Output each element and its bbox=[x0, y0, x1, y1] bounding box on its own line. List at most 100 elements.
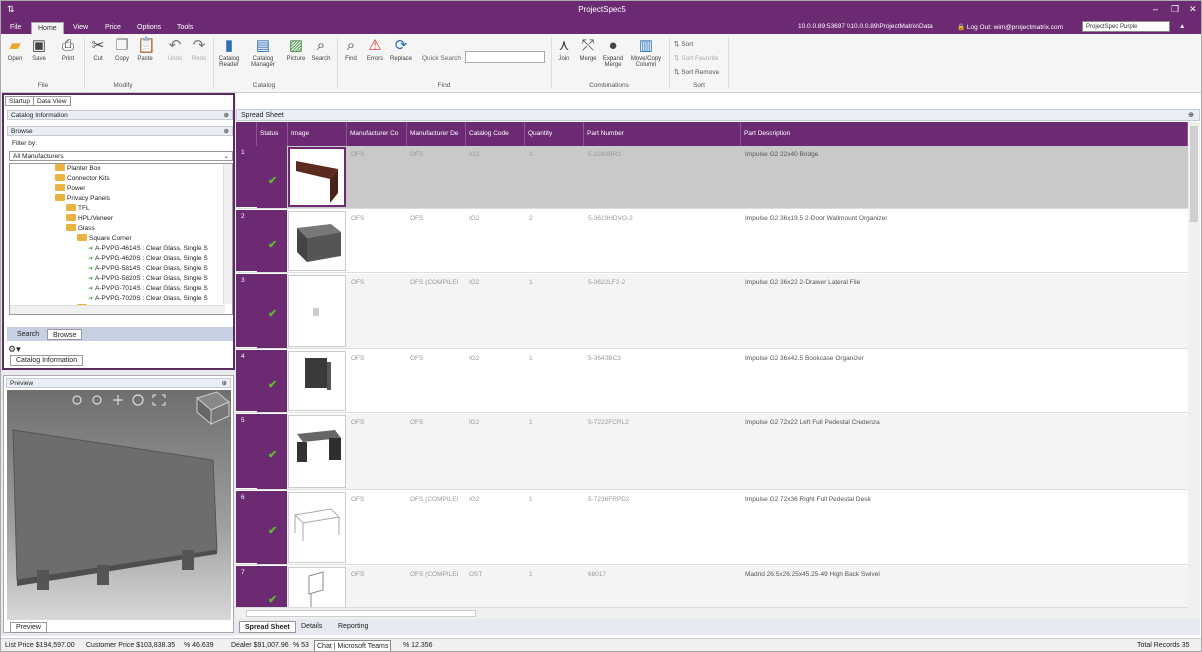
cell-part-number[interactable]: 5-3619HDVO-2 bbox=[588, 215, 633, 222]
row-number[interactable]: 3 bbox=[236, 274, 257, 348]
cell-catalog-code[interactable]: IG2 bbox=[469, 419, 479, 426]
column-header-image[interactable]: Image bbox=[288, 122, 347, 146]
cell-part-description[interactable]: Impulse G2 72x36 Right Full Pedestal Des… bbox=[745, 496, 871, 503]
column-header-manufacturer-code[interactable]: Manufacturer Co bbox=[347, 122, 407, 146]
tab-options[interactable]: Options bbox=[131, 22, 167, 34]
catalog-reader-button[interactable]: ▮ Catalog Reader bbox=[217, 38, 241, 69]
cell-quantity[interactable]: 1 bbox=[529, 571, 533, 578]
cell-manufacturer-code[interactable]: OFS bbox=[351, 419, 364, 426]
cell-catalog-code[interactable]: IG2 bbox=[469, 279, 479, 286]
cell-manufacturer-code[interactable]: OFS bbox=[351, 571, 364, 578]
cell-catalog-code[interactable]: IG2 bbox=[469, 215, 479, 222]
cell-quantity[interactable]: 1 bbox=[529, 419, 533, 426]
table-row[interactable]: 5 ✔ OFS OFS IG2 1 5-7222FCRL2 Impulse G2 72x22 … bbox=[236, 414, 1188, 490]
cell-manufacturer-code[interactable]: OFS bbox=[351, 215, 364, 222]
cut-button[interactable]: ✂ Cut bbox=[89, 38, 107, 63]
cell-manufacturer-desc[interactable]: OFS bbox=[410, 355, 423, 362]
tab-tools[interactable]: Tools bbox=[171, 22, 199, 34]
cell-part-number[interactable]: 5-7222FCRL2 bbox=[588, 419, 629, 426]
cell-part-number[interactable]: 5-3622LF2-2 bbox=[588, 279, 625, 286]
picture-button[interactable]: ▨ Picture bbox=[285, 38, 307, 63]
table-row[interactable]: 2 ✔ OFS OFS IG2 2 5-3619HDVO-2 Impulse G2 36x19… bbox=[236, 210, 1188, 273]
expand-merge-button[interactable]: ● Expand Merge bbox=[601, 38, 625, 69]
find-button[interactable]: ⌕ Find bbox=[342, 38, 360, 63]
cell-part-description[interactable]: Impulse G2 36x19.5 2-Door Wallmount Orga… bbox=[745, 215, 887, 222]
table-row[interactable]: 4 ✔ OFS OFS IG2 1 5-3643BC3 Impulse G2 36x42.5 … bbox=[236, 350, 1188, 413]
tree-folder[interactable]: HPL/Veneer bbox=[66, 214, 113, 224]
grid-horizontal-scrollbar[interactable] bbox=[236, 607, 1188, 619]
gear-icon[interactable]: ⚙▾ bbox=[8, 344, 21, 355]
cell-catalog-code[interactable]: IG2 bbox=[469, 496, 479, 503]
cell-catalog-code[interactable]: IG2 bbox=[469, 151, 479, 158]
open-button[interactable]: ▰ Open bbox=[6, 38, 24, 63]
paste-button[interactable]: 📋 Paste bbox=[135, 38, 156, 63]
tab-reporting[interactable]: Reporting bbox=[333, 621, 373, 633]
scroll-thumb[interactable] bbox=[1190, 126, 1198, 222]
tab-preview[interactable]: Preview bbox=[10, 622, 47, 633]
tree-item[interactable]: ➜ A-PVPG-7014S : Clear Glass, Single S bbox=[88, 284, 208, 294]
pin-icon[interactable]: ⊕ bbox=[222, 379, 227, 388]
cell-quantity[interactable]: 1 bbox=[529, 279, 533, 286]
scroll-thumb[interactable] bbox=[246, 610, 476, 617]
cell-manufacturer-code[interactable]: OFS bbox=[351, 496, 364, 503]
spreadsheet-grid[interactable]: Status Image Manufacturer Co Manufacture… bbox=[236, 122, 1188, 607]
tab-details[interactable]: Details bbox=[296, 621, 327, 633]
cell-quantity[interactable]: 1 bbox=[529, 355, 533, 362]
pin-icon[interactable]: ⊕ bbox=[224, 111, 229, 120]
column-header-part-number[interactable]: Part Number bbox=[584, 122, 741, 146]
tab-file[interactable]: File bbox=[4, 22, 27, 34]
cell-quantity[interactable]: 2 bbox=[529, 215, 533, 222]
row-number[interactable]: 6 bbox=[236, 491, 257, 564]
tab-data-view[interactable]: Data View bbox=[33, 96, 71, 106]
tree-folder[interactable]: Square Corner bbox=[77, 234, 132, 244]
cell-manufacturer-code[interactable]: OFS bbox=[351, 151, 364, 158]
tab-spread-sheet[interactable]: Spread Sheet bbox=[239, 621, 296, 633]
tree-folder[interactable]: Power bbox=[55, 184, 85, 194]
cell-catalog-code[interactable]: OST bbox=[469, 571, 482, 578]
row-number[interactable]: 2 bbox=[236, 210, 257, 272]
pin-icon[interactable]: ⊕ bbox=[1188, 110, 1194, 121]
ribbon-collapse-icon[interactable]: ▲ bbox=[1179, 23, 1185, 30]
tree-item[interactable]: ➜ A-PVPG-4614S : Clear Glass, Single S bbox=[88, 244, 208, 254]
tab-catalog-information[interactable]: Catalog Information bbox=[10, 355, 84, 366]
3d-viewport[interactable] bbox=[7, 390, 231, 620]
copy-button[interactable]: ❐ Copy bbox=[113, 38, 131, 63]
tree-item[interactable]: ➜ A-PVPG-4620S : Clear Glass, Single S bbox=[88, 254, 208, 264]
tab-home[interactable]: Home bbox=[31, 22, 64, 34]
quick-search-input[interactable] bbox=[465, 51, 545, 63]
cell-part-number[interactable]: 5-2240BR2 bbox=[588, 151, 621, 158]
pin-icon[interactable]: ⊕ bbox=[224, 127, 229, 136]
catalog-manager-button[interactable]: ▤ Catalog Manager bbox=[249, 38, 277, 69]
tree-folder[interactable]: Glass bbox=[66, 224, 95, 234]
tree-folder[interactable]: TFL bbox=[66, 204, 90, 214]
cell-part-description[interactable]: Impulse G2 72x22 Left Full Pedestal Cred… bbox=[745, 419, 880, 426]
print-button[interactable]: ⎙ Print bbox=[59, 38, 77, 63]
column-header-manufacturer-desc[interactable]: Manufacturer De bbox=[407, 122, 466, 146]
row-number[interactable]: 7 bbox=[236, 566, 257, 607]
tree-folder[interactable]: Connector Kits bbox=[55, 174, 110, 184]
errors-button[interactable]: ⚠ Errors bbox=[364, 38, 386, 63]
tree-item[interactable]: ➜ A-PVPG-7020S : Clear Glass, Single S bbox=[88, 294, 208, 304]
redo-button[interactable]: ↷ Redo bbox=[189, 38, 209, 63]
table-row[interactable]: 3 ✔ OFS OFS (COMPILEI IG2 1 5-3622LF2-2 Impulse… bbox=[236, 274, 1188, 349]
sort-remove-button[interactable]: ⇅ Sort Remove bbox=[674, 68, 719, 76]
tree-folder[interactable]: Privacy Panels bbox=[55, 194, 110, 204]
tree-folder[interactable]: Planter Box bbox=[55, 164, 101, 174]
teams-chat-tooltip[interactable]: Chat | Microsoft Teams bbox=[314, 640, 392, 651]
table-row[interactable]: 1 ✔ OFS OFS IG2 1 5-2240BR2 Impulse G2 22x40 Br… bbox=[236, 146, 1188, 209]
cell-manufacturer-code[interactable]: OFS bbox=[351, 279, 364, 286]
sort-button[interactable]: ⇅ Sort bbox=[674, 40, 693, 48]
cell-part-number[interactable]: 68017 bbox=[588, 571, 606, 578]
column-header-part-description[interactable]: Part Description bbox=[741, 122, 1188, 146]
cell-manufacturer-desc[interactable]: OFS bbox=[410, 151, 423, 158]
tab-view[interactable]: View bbox=[67, 22, 94, 34]
column-header-status[interactable]: Status bbox=[257, 122, 288, 146]
cell-part-description[interactable]: Impulse G2 36x42.5 Bookcase Organizer bbox=[745, 355, 864, 362]
tab-startup[interactable]: Startup bbox=[5, 96, 34, 106]
table-row[interactable]: 6 ✔ OFS OFS (COMPILEI IG2 1 5-7236FRPD2 Impulse… bbox=[236, 491, 1188, 565]
merge-button[interactable]: ⤲ Merge bbox=[578, 38, 598, 63]
cell-manufacturer-desc[interactable]: OFS bbox=[410, 215, 423, 222]
tree-item[interactable]: ➜ A-PVPG-5814S : Clear Glass, Single S bbox=[88, 264, 208, 274]
table-row[interactable]: 7 ✔ OFS OFS (COMPILEI OST 1 68017 Madrid 26.5x2… bbox=[236, 566, 1188, 607]
cell-manufacturer-desc[interactable]: OFS (COMPILEI bbox=[410, 279, 458, 286]
